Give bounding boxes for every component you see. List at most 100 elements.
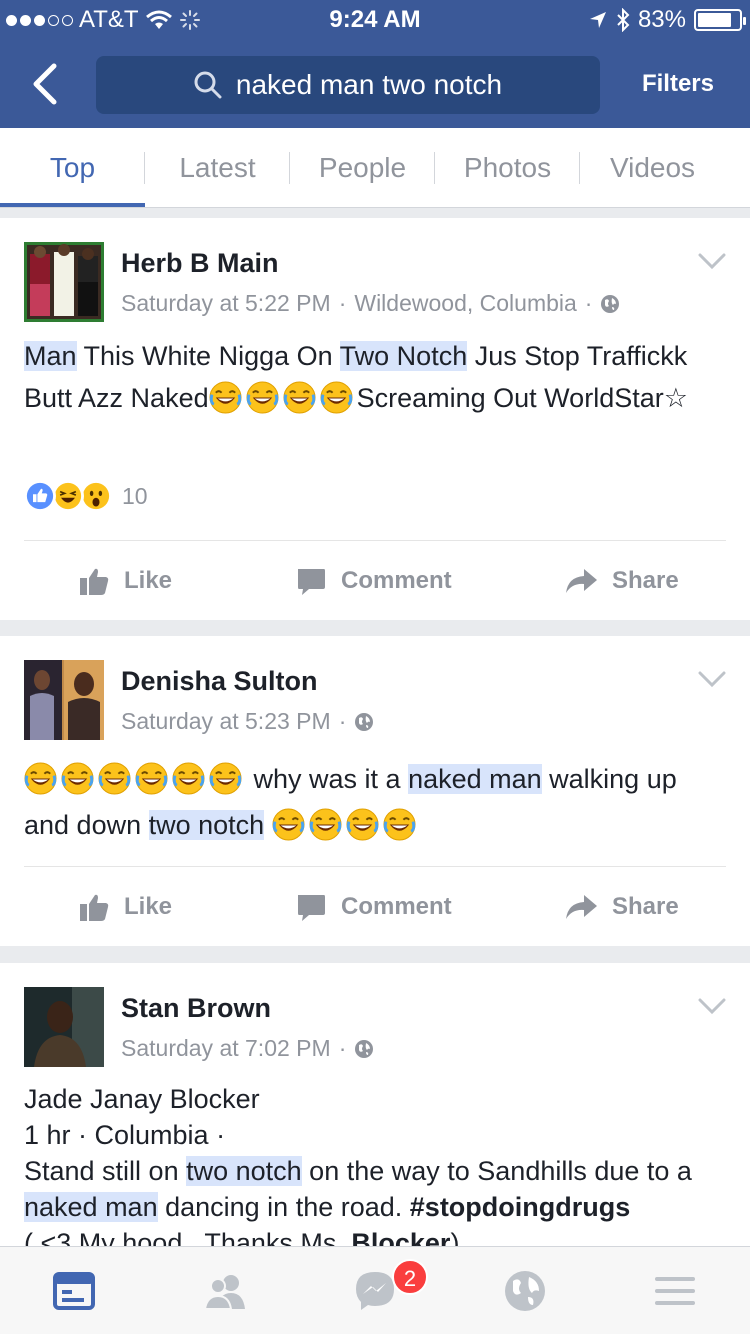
post-timestamp[interactable]: Saturday at 5:22 PM — [121, 290, 331, 317]
search-query: naked man two notch — [235, 69, 503, 100]
search-highlight: Two Notch — [339, 341, 468, 371]
search-highlight: two notch — [186, 1156, 302, 1186]
wow-reaction-icon — [80, 480, 112, 512]
thumbs-up-icon — [78, 565, 110, 597]
tab-top[interactable]: Top — [0, 128, 145, 207]
status-bar: AT&T 9:24 AM 83% — [0, 0, 750, 40]
post-timestamp[interactable]: Saturday at 7:02 PM — [121, 1035, 331, 1062]
text-segment: This White Nigga On — [76, 341, 340, 371]
post-card: Herb B Main Saturday at 5:22 PM · Wildew… — [0, 218, 750, 620]
like-button[interactable]: Like — [78, 541, 172, 621]
text-segment: dancing in the road. — [157, 1192, 410, 1222]
comment-bubble-icon — [295, 891, 327, 923]
text-segment: Screaming Out WorldStar☆ — [356, 383, 688, 413]
chevron-down-icon[interactable] — [698, 997, 726, 1015]
search-header: naked man two notch Filters — [0, 40, 750, 128]
text-segment: Stand still on — [24, 1156, 187, 1186]
chevron-down-icon[interactable] — [698, 252, 726, 270]
chevron-left-icon[interactable] — [26, 60, 66, 108]
post-meta: Saturday at 5:23 PM · — [121, 708, 374, 735]
separator-dot: · — [584, 290, 593, 316]
post-meta: Saturday at 7:02 PM · — [121, 1035, 374, 1062]
result-tabs: Top Latest People Photos Videos — [0, 128, 750, 208]
news-feed-icon[interactable] — [52, 1269, 96, 1313]
laughing-crying-emoji-icon — [61, 762, 94, 795]
laughing-crying-emoji-icon — [172, 762, 205, 795]
laughing-crying-emoji-icon — [135, 762, 168, 795]
avatar[interactable] — [24, 987, 104, 1067]
friends-icon[interactable] — [203, 1269, 247, 1313]
comment-button[interactable]: Comment — [295, 867, 452, 947]
avatar[interactable] — [24, 242, 104, 322]
share-button[interactable]: Share — [564, 541, 679, 621]
messenger-icon[interactable] — [353, 1269, 397, 1313]
text-segment: ( <3 My hood.. Thanks Ms. — [24, 1228, 352, 1246]
laughing-crying-emoji-icon — [309, 808, 342, 841]
post-actions: Like Comment Share — [0, 541, 750, 621]
post-author[interactable]: Stan Brown — [121, 993, 271, 1024]
laughing-crying-emoji-icon — [246, 381, 279, 414]
chevron-down-icon[interactable] — [698, 670, 726, 688]
post-card: Denisha Sulton Saturday at 5:23 PM · why… — [0, 636, 750, 946]
share-label: Share — [612, 893, 679, 920]
text-segment: ) — [450, 1228, 460, 1246]
search-icon — [194, 71, 222, 99]
like-reaction-icon — [24, 480, 56, 512]
filters-button[interactable]: Filters — [642, 70, 714, 98]
shared-author: Jade Janay Blocker — [24, 1084, 260, 1114]
reaction-count: 10 — [122, 482, 148, 509]
separator-dot: · — [338, 708, 347, 734]
separator-dot: · — [338, 1035, 347, 1061]
tab-videos[interactable]: Videos — [580, 128, 725, 207]
post-author[interactable]: Herb B Main — [121, 248, 279, 279]
share-label: Share — [612, 567, 679, 594]
shared-meta: 1 hr · Columbia · — [24, 1120, 226, 1150]
text-segment: on the way to Sandhills due to a — [301, 1156, 692, 1186]
search-input[interactable]: naked man two notch — [96, 56, 600, 114]
post-card: Stan Brown Saturday at 7:02 PM · Jade Ja… — [0, 963, 750, 1246]
share-arrow-icon — [564, 892, 598, 922]
search-highlight: naked man — [24, 1192, 158, 1222]
tab-people[interactable]: People — [290, 128, 435, 207]
post-location[interactable]: Wildewood, Columbia — [354, 290, 576, 317]
laughing-crying-emoji-icon — [383, 808, 416, 841]
comment-bubble-icon — [295, 565, 327, 597]
separator-dot: · — [338, 290, 347, 316]
mention-link[interactable]: Blocker — [351, 1228, 450, 1246]
share-button[interactable]: Share — [564, 867, 679, 947]
comment-button[interactable]: Comment — [295, 541, 452, 621]
bluetooth-icon — [617, 8, 630, 32]
comment-label: Comment — [341, 567, 452, 594]
battery-percent: 83% — [637, 6, 686, 33]
share-arrow-icon — [564, 566, 598, 596]
shared-text: Stand still on two notch on the way to S… — [24, 1153, 724, 1246]
post-text: Man This White Nigga On Two Notch Jus St… — [24, 335, 724, 419]
post-meta: Saturday at 5:22 PM · Wildewood, Columbi… — [121, 290, 620, 317]
post-timestamp[interactable]: Saturday at 5:23 PM — [121, 708, 331, 735]
tab-latest[interactable]: Latest — [145, 128, 290, 207]
tab-photos[interactable]: Photos — [435, 128, 580, 207]
post-actions: Like Comment Share — [0, 867, 750, 947]
search-highlight: naked man — [408, 764, 542, 794]
haha-reaction-icon — [52, 480, 84, 512]
comment-label: Comment — [341, 893, 452, 920]
globe-icon — [600, 294, 620, 314]
battery-icon — [694, 9, 746, 31]
laughing-crying-emoji-icon — [320, 381, 353, 414]
battery-level — [698, 13, 732, 27]
hashtag-link[interactable]: #stopdoingdrugs — [410, 1192, 630, 1222]
reaction-summary[interactable]: 10 — [24, 480, 148, 512]
menu-icon[interactable] — [653, 1269, 697, 1313]
text-segment: why was it a — [246, 764, 409, 794]
laughing-crying-emoji-icon — [283, 381, 316, 414]
like-button[interactable]: Like — [78, 867, 172, 947]
search-highlight: two notch — [148, 810, 265, 840]
location-arrow-icon — [589, 12, 606, 28]
like-label: Like — [124, 893, 173, 920]
laughing-crying-emoji-icon — [98, 762, 131, 795]
globe-notifications-icon[interactable] — [503, 1269, 547, 1313]
laughing-crying-emoji-icon — [24, 762, 57, 795]
avatar[interactable] — [24, 660, 104, 740]
like-label: Like — [124, 567, 173, 594]
post-author[interactable]: Denisha Sulton — [121, 666, 318, 697]
